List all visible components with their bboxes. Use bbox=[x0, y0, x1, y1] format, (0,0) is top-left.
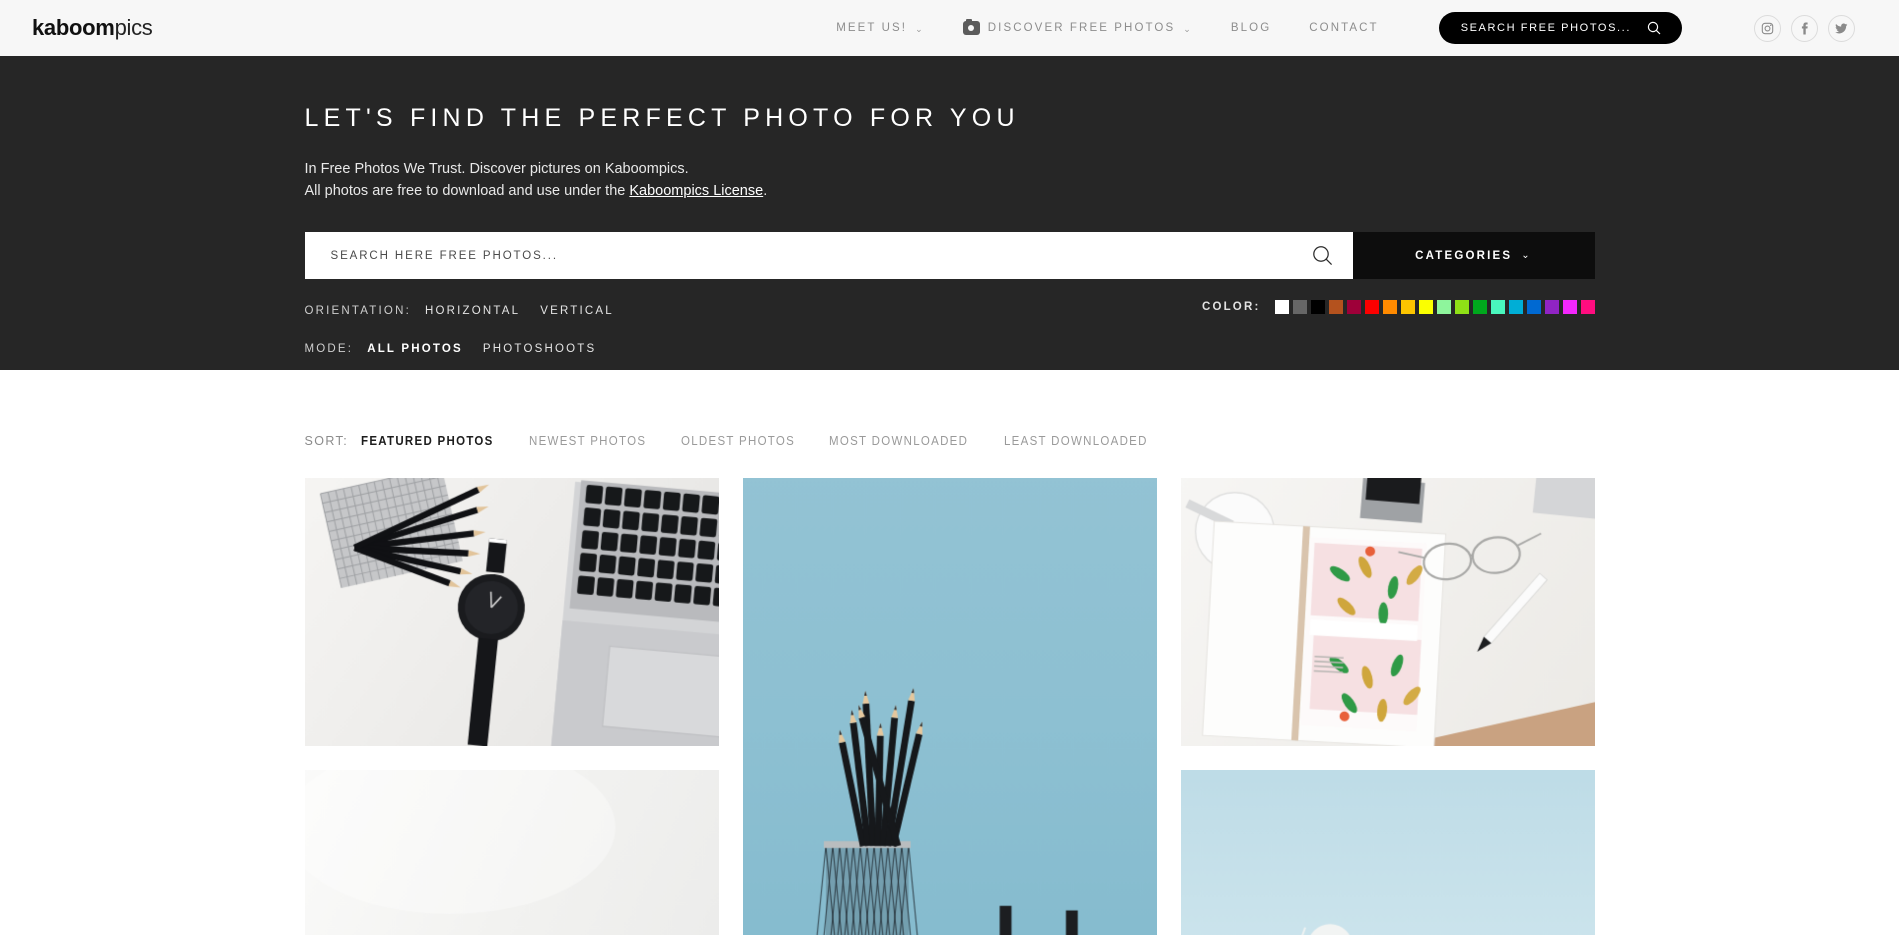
mode-option-photoshoots[interactable]: PHOTOSHOOTS bbox=[483, 343, 596, 355]
sort-option-newest-photos[interactable]: NEWEST PHOTOS bbox=[529, 434, 646, 448]
color-swatch-amber[interactable] bbox=[1400, 300, 1415, 314]
search-row: CATEGORIES ⌄ bbox=[304, 232, 1595, 279]
photo-thumbnail[interactable] bbox=[304, 770, 719, 935]
sort-option-most-downloaded[interactable]: MOST DOWNLOADED bbox=[829, 434, 968, 448]
color-swatch-red[interactable] bbox=[1364, 300, 1379, 314]
color-swatch-orange[interactable] bbox=[1382, 300, 1397, 314]
search-icon bbox=[1647, 21, 1661, 35]
mode-option-all-photos[interactable]: ALL PHOTOS bbox=[367, 343, 463, 355]
photo-column-3 bbox=[1180, 478, 1595, 935]
color-swatch-mint[interactable] bbox=[1490, 300, 1505, 314]
search-free-photos-button[interactable]: SEARCH FREE PHOTOS... bbox=[1438, 12, 1682, 44]
nav-item-contact[interactable]: CONTACT bbox=[1309, 22, 1378, 34]
search-input[interactable] bbox=[330, 249, 1312, 262]
sort-bar: SORT: FEATURED PHOTOS NEWEST PHOTOS OLDE… bbox=[305, 434, 1595, 448]
search-button-label: SEARCH FREE PHOTOS... bbox=[1460, 22, 1631, 34]
nav-item-discover-free-photos[interactable]: DISCOVER FREE PHOTOS ⌄ bbox=[962, 18, 1193, 35]
logo-light-text: pics bbox=[114, 15, 153, 40]
categories-button[interactable]: CATEGORIES ⌄ bbox=[1352, 232, 1595, 279]
color-swatch-magenta[interactable] bbox=[1562, 300, 1577, 314]
chevron-down-icon: ⌄ bbox=[1183, 23, 1193, 34]
orientation-option-horizontal[interactable]: HORIZONTAL bbox=[425, 305, 520, 317]
color-swatches bbox=[1274, 300, 1595, 314]
nav-item-blog[interactable]: BLOG bbox=[1231, 22, 1271, 34]
color-swatch-gray[interactable] bbox=[1292, 300, 1307, 314]
color-swatch-blue[interactable] bbox=[1526, 300, 1541, 314]
photo-image bbox=[304, 478, 719, 746]
site-logo[interactable]: kaboompics bbox=[32, 15, 153, 41]
hero-subtitle-prefix: All photos are free to download and use … bbox=[304, 183, 630, 199]
main-nav: MEET US! ⌄ DISCOVER FREE PHOTOS ⌄ BLOG C… bbox=[836, 12, 1855, 44]
hero-subtitle-suffix: . bbox=[763, 183, 768, 199]
photo-image bbox=[742, 478, 1157, 935]
social-links bbox=[1754, 14, 1855, 42]
photo-image bbox=[304, 770, 719, 935]
search-icon[interactable] bbox=[1312, 245, 1333, 266]
orientation-label: ORIENTATION: bbox=[304, 305, 411, 317]
color-swatch-cyan[interactable] bbox=[1508, 300, 1523, 314]
color-swatch-black[interactable] bbox=[1310, 300, 1325, 314]
chevron-down-icon: ⌄ bbox=[915, 23, 925, 34]
photo-image bbox=[1180, 478, 1595, 746]
color-swatch-green[interactable] bbox=[1472, 300, 1487, 314]
color-swatch-light-green[interactable] bbox=[1436, 300, 1451, 314]
page-title: LET'S FIND THE PERFECT PHOTO FOR YOU bbox=[304, 104, 1020, 132]
photo-thumbnail[interactable] bbox=[1180, 478, 1595, 746]
photo-thumbnail[interactable] bbox=[304, 478, 719, 746]
nav-item-meet-us[interactable]: MEET US! ⌄ bbox=[836, 22, 925, 34]
nav-item-label: BLOG bbox=[1230, 22, 1272, 34]
top-navigation-bar: kaboompics MEET US! ⌄ DISCOVER FREE PHOT… bbox=[0, 0, 1899, 56]
hero-subtitle-line-2: All photos are free to download and use … bbox=[305, 180, 1595, 202]
sort-option-oldest-photos[interactable]: OLDEST PHOTOS bbox=[681, 434, 795, 448]
nav-item-label: MEET US! bbox=[836, 22, 908, 34]
photo-thumbnail[interactable] bbox=[1180, 770, 1595, 935]
color-swatch-brown[interactable] bbox=[1328, 300, 1343, 314]
color-swatch-maroon[interactable] bbox=[1346, 300, 1361, 314]
sort-option-featured-photos[interactable]: FEATURED PHOTOS bbox=[361, 434, 494, 448]
sort-label: SORT: bbox=[304, 434, 349, 448]
mode-filter-row: MODE: ALL PHOTOS PHOTOSHOOTS bbox=[305, 338, 1595, 360]
sort-option-least-downloaded[interactable]: LEAST DOWNLOADED bbox=[1004, 434, 1148, 448]
hero-subtitle-line-1: In Free Photos We Trust. Discover pictur… bbox=[304, 161, 689, 177]
twitter-icon[interactable] bbox=[1828, 14, 1855, 42]
kaboompics-license-link[interactable]: Kaboompics License bbox=[629, 183, 763, 199]
color-swatch-white[interactable] bbox=[1274, 300, 1289, 314]
chevron-down-icon: ⌄ bbox=[1521, 250, 1532, 261]
nav-item-label: DISCOVER FREE PHOTOS bbox=[987, 22, 1176, 34]
photo-column-2 bbox=[742, 478, 1157, 935]
color-swatch-pink[interactable] bbox=[1580, 300, 1595, 314]
instagram-icon[interactable] bbox=[1754, 14, 1781, 42]
nav-item-label: CONTACT bbox=[1309, 22, 1379, 34]
categories-label: CATEGORIES bbox=[1415, 249, 1513, 262]
photo-image bbox=[1180, 770, 1595, 935]
logo-bold-text: kaboom bbox=[32, 15, 115, 40]
facebook-icon[interactable] bbox=[1791, 14, 1818, 42]
photo-grid bbox=[304, 478, 1595, 935]
color-label: COLOR: bbox=[1201, 301, 1261, 313]
search-field[interactable] bbox=[304, 232, 1353, 279]
color-swatch-yellow[interactable] bbox=[1418, 300, 1433, 314]
filter-bar: ORIENTATION: HORIZONTAL VERTICAL MODE: A… bbox=[305, 300, 1595, 372]
hero-section: LET'S FIND THE PERFECT PHOTO FOR YOU In … bbox=[0, 56, 1899, 370]
hero-subtitle: In Free Photos We Trust. Discover pictur… bbox=[305, 158, 1595, 202]
gallery-section: SORT: FEATURED PHOTOS NEWEST PHOTOS OLDE… bbox=[0, 370, 1899, 935]
mode-label: MODE: bbox=[304, 343, 354, 355]
color-swatch-purple[interactable] bbox=[1544, 300, 1559, 314]
photo-column-1 bbox=[304, 478, 719, 935]
color-filter: COLOR: bbox=[1202, 300, 1595, 314]
orientation-option-vertical[interactable]: VERTICAL bbox=[540, 305, 614, 317]
photo-thumbnail[interactable] bbox=[742, 478, 1157, 935]
camera-icon bbox=[962, 18, 980, 35]
color-swatch-lime[interactable] bbox=[1454, 300, 1469, 314]
